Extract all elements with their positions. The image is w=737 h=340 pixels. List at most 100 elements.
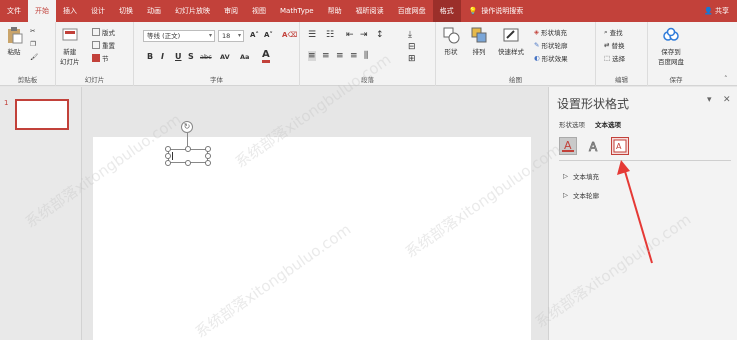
decrease-indent-icon[interactable]: ⇤ (346, 30, 354, 40)
section-text-fill-label: 文本填充 (573, 173, 599, 181)
char-spacing-button[interactable]: AV (220, 53, 230, 61)
group-drawing: 形状 排列 快速样式 ◈ 形状填充 ✎ 形状轮廓 ◐ 形状效果 绘图 (436, 22, 596, 86)
tell-me-search[interactable]: 💡 操作说明搜索 (469, 6, 524, 16)
align-right-icon[interactable]: ≡ (336, 51, 344, 61)
group-editing: ⌕ 查找 ⇄ 替换 ⬚ 选择 编辑 (596, 22, 648, 86)
tab-transitions[interactable]: 切换 (112, 0, 140, 22)
align-center-icon[interactable]: ≡ (322, 51, 330, 61)
section-text-outline-label: 文本轮廓 (573, 192, 599, 200)
slide-canvas[interactable] (93, 137, 531, 340)
font-group-label: 字体 (210, 76, 223, 84)
share-button[interactable]: 👤 共享 (704, 0, 729, 22)
quick-styles-button[interactable]: 快速样式 (498, 26, 524, 56)
tab-format[interactable]: 格式 (432, 0, 461, 22)
bold-button[interactable]: B (147, 52, 153, 61)
tab-foxit[interactable]: 福昕阅读 (349, 0, 391, 22)
pane-options-icon[interactable]: ▾ (707, 95, 712, 105)
replace-button[interactable]: ⇄ 替换 (604, 40, 624, 50)
ribbon: 粘贴 ✂ ❐ 🖌 剪贴板 新建 幻灯片 版式 重置 节 幻灯片 等线 (正文) … (0, 22, 737, 86)
align-text-icon[interactable]: ⊟ (408, 42, 416, 52)
tab-animations[interactable]: 动画 (140, 0, 168, 22)
resize-handle[interactable] (205, 153, 211, 159)
italic-button[interactable]: I (161, 52, 164, 61)
tab-insert[interactable]: 插入 (56, 0, 84, 22)
format-painter-icon[interactable]: 🖌 (30, 53, 38, 61)
tab-view[interactable]: 视图 (245, 0, 273, 22)
group-clipboard: 粘贴 ✂ ❐ 🖌 剪贴板 (0, 22, 56, 86)
arrange-button[interactable]: 排列 (470, 26, 488, 56)
arrange-label: 排列 (472, 48, 486, 56)
underline-button[interactable]: U (175, 52, 182, 61)
change-case-button[interactable]: Aa (240, 53, 249, 61)
clear-format-icon[interactable]: A⌫ (282, 31, 297, 39)
grow-font-icon[interactable]: A˄ (250, 31, 259, 39)
layout-button[interactable]: 版式 (92, 27, 115, 37)
section-text-outline[interactable]: ▷ 文本轮廓 (563, 190, 599, 200)
section-text-fill[interactable]: ▷ 文本填充 (563, 171, 599, 181)
numbering-icon[interactable]: ☷ (326, 30, 334, 40)
lightbulb-icon: 💡 (468, 7, 478, 15)
line-spacing-icon[interactable]: ↕ (376, 30, 384, 40)
tab-design[interactable]: 设计 (84, 0, 112, 22)
font-color-icon[interactable]: A (262, 50, 270, 63)
shapes-icon (443, 27, 460, 44)
new-slide-button[interactable]: 新建 幻灯片 (60, 26, 80, 66)
pane-divider (559, 160, 731, 161)
tab-help[interactable]: 帮助 (321, 0, 349, 22)
select-button[interactable]: ⬚ 选择 (604, 53, 625, 63)
tab-slideshow[interactable]: 幻灯片放映 (168, 0, 217, 22)
font-size-combo[interactable]: 18 (218, 30, 244, 42)
resize-handle[interactable] (165, 146, 171, 152)
close-icon[interactable]: ✕ (723, 95, 731, 105)
increase-indent-icon[interactable]: ⇥ (360, 30, 368, 40)
shape-outline-button[interactable]: ✎ 形状轮廓 (534, 40, 567, 50)
justify-icon[interactable]: ≡ (350, 51, 358, 61)
shape-fill-button[interactable]: ◈ 形状填充 (534, 27, 567, 37)
paste-button[interactable]: 粘贴 (5, 26, 23, 56)
shape-effects-label: 形状效果 (541, 55, 568, 63)
group-paragraph: ☰ ☷ ⇤ ⇥ ↕ ≡ ≡ ≡ ≡ ⫼ ⤓ ⊟ ⊞ 段落 (300, 22, 436, 86)
copy-icon[interactable]: ❐ (30, 40, 36, 48)
resize-handle[interactable] (205, 146, 211, 152)
cut-icon[interactable]: ✂ (30, 27, 35, 35)
collapse-ribbon-icon[interactable]: ˄ (724, 75, 728, 83)
text-fill-outline-icon[interactable]: A (559, 137, 577, 155)
shrink-font-icon[interactable]: A˅ (264, 31, 273, 39)
arrange-icon (471, 27, 487, 43)
section-label: 节 (102, 55, 109, 63)
shapes-button[interactable]: 形状 (442, 26, 460, 56)
resize-handle[interactable] (205, 160, 211, 166)
textbox-icon[interactable]: A (611, 137, 629, 155)
tab-shape-options[interactable]: 形状选项 (559, 119, 585, 129)
smartart-icon[interactable]: ⊞ (408, 54, 416, 64)
expand-arrow-icon: ▷ (563, 172, 568, 180)
save-to-baidu-button[interactable]: 保存到 百度网盘 (658, 26, 684, 66)
expand-arrow-icon: ▷ (563, 191, 568, 199)
section-button[interactable]: 节 (92, 53, 109, 63)
find-button[interactable]: ⌕ 查找 (604, 27, 623, 38)
columns-icon[interactable]: ⫼ (364, 51, 368, 61)
reset-button[interactable]: 重置 (92, 40, 115, 50)
text-direction-icon[interactable]: ⤓ (408, 30, 412, 40)
find-label: 查找 (609, 29, 623, 37)
resize-handle[interactable] (185, 146, 191, 152)
strikethrough-button[interactable]: abc (200, 53, 212, 61)
tab-home[interactable]: 开始 (28, 0, 56, 22)
tab-review[interactable]: 审阅 (217, 0, 245, 22)
tab-text-options[interactable]: 文本选项 (595, 119, 621, 129)
tab-file[interactable]: 文件 (0, 0, 28, 22)
tab-baidu[interactable]: 百度网盘 (391, 0, 433, 22)
tab-mathtype[interactable]: MathType (273, 0, 321, 22)
font-name-combo[interactable]: 等线 (正文) (143, 30, 215, 42)
effects-icon: ◐ (534, 54, 540, 62)
bullets-icon[interactable]: ☰ (308, 30, 316, 40)
resize-handle[interactable] (165, 153, 171, 159)
shape-effects-button[interactable]: ◐ 形状效果 (534, 53, 568, 63)
resize-handle[interactable] (165, 160, 171, 166)
slide-thumbnail[interactable] (15, 99, 69, 130)
shadow-button[interactable]: S (188, 52, 194, 61)
resize-handle[interactable] (185, 160, 191, 166)
text-effects-icon[interactable]: A (585, 137, 603, 155)
rotate-handle-icon[interactable]: ↻ (181, 121, 193, 133)
align-left-icon[interactable]: ≡ (308, 51, 316, 61)
